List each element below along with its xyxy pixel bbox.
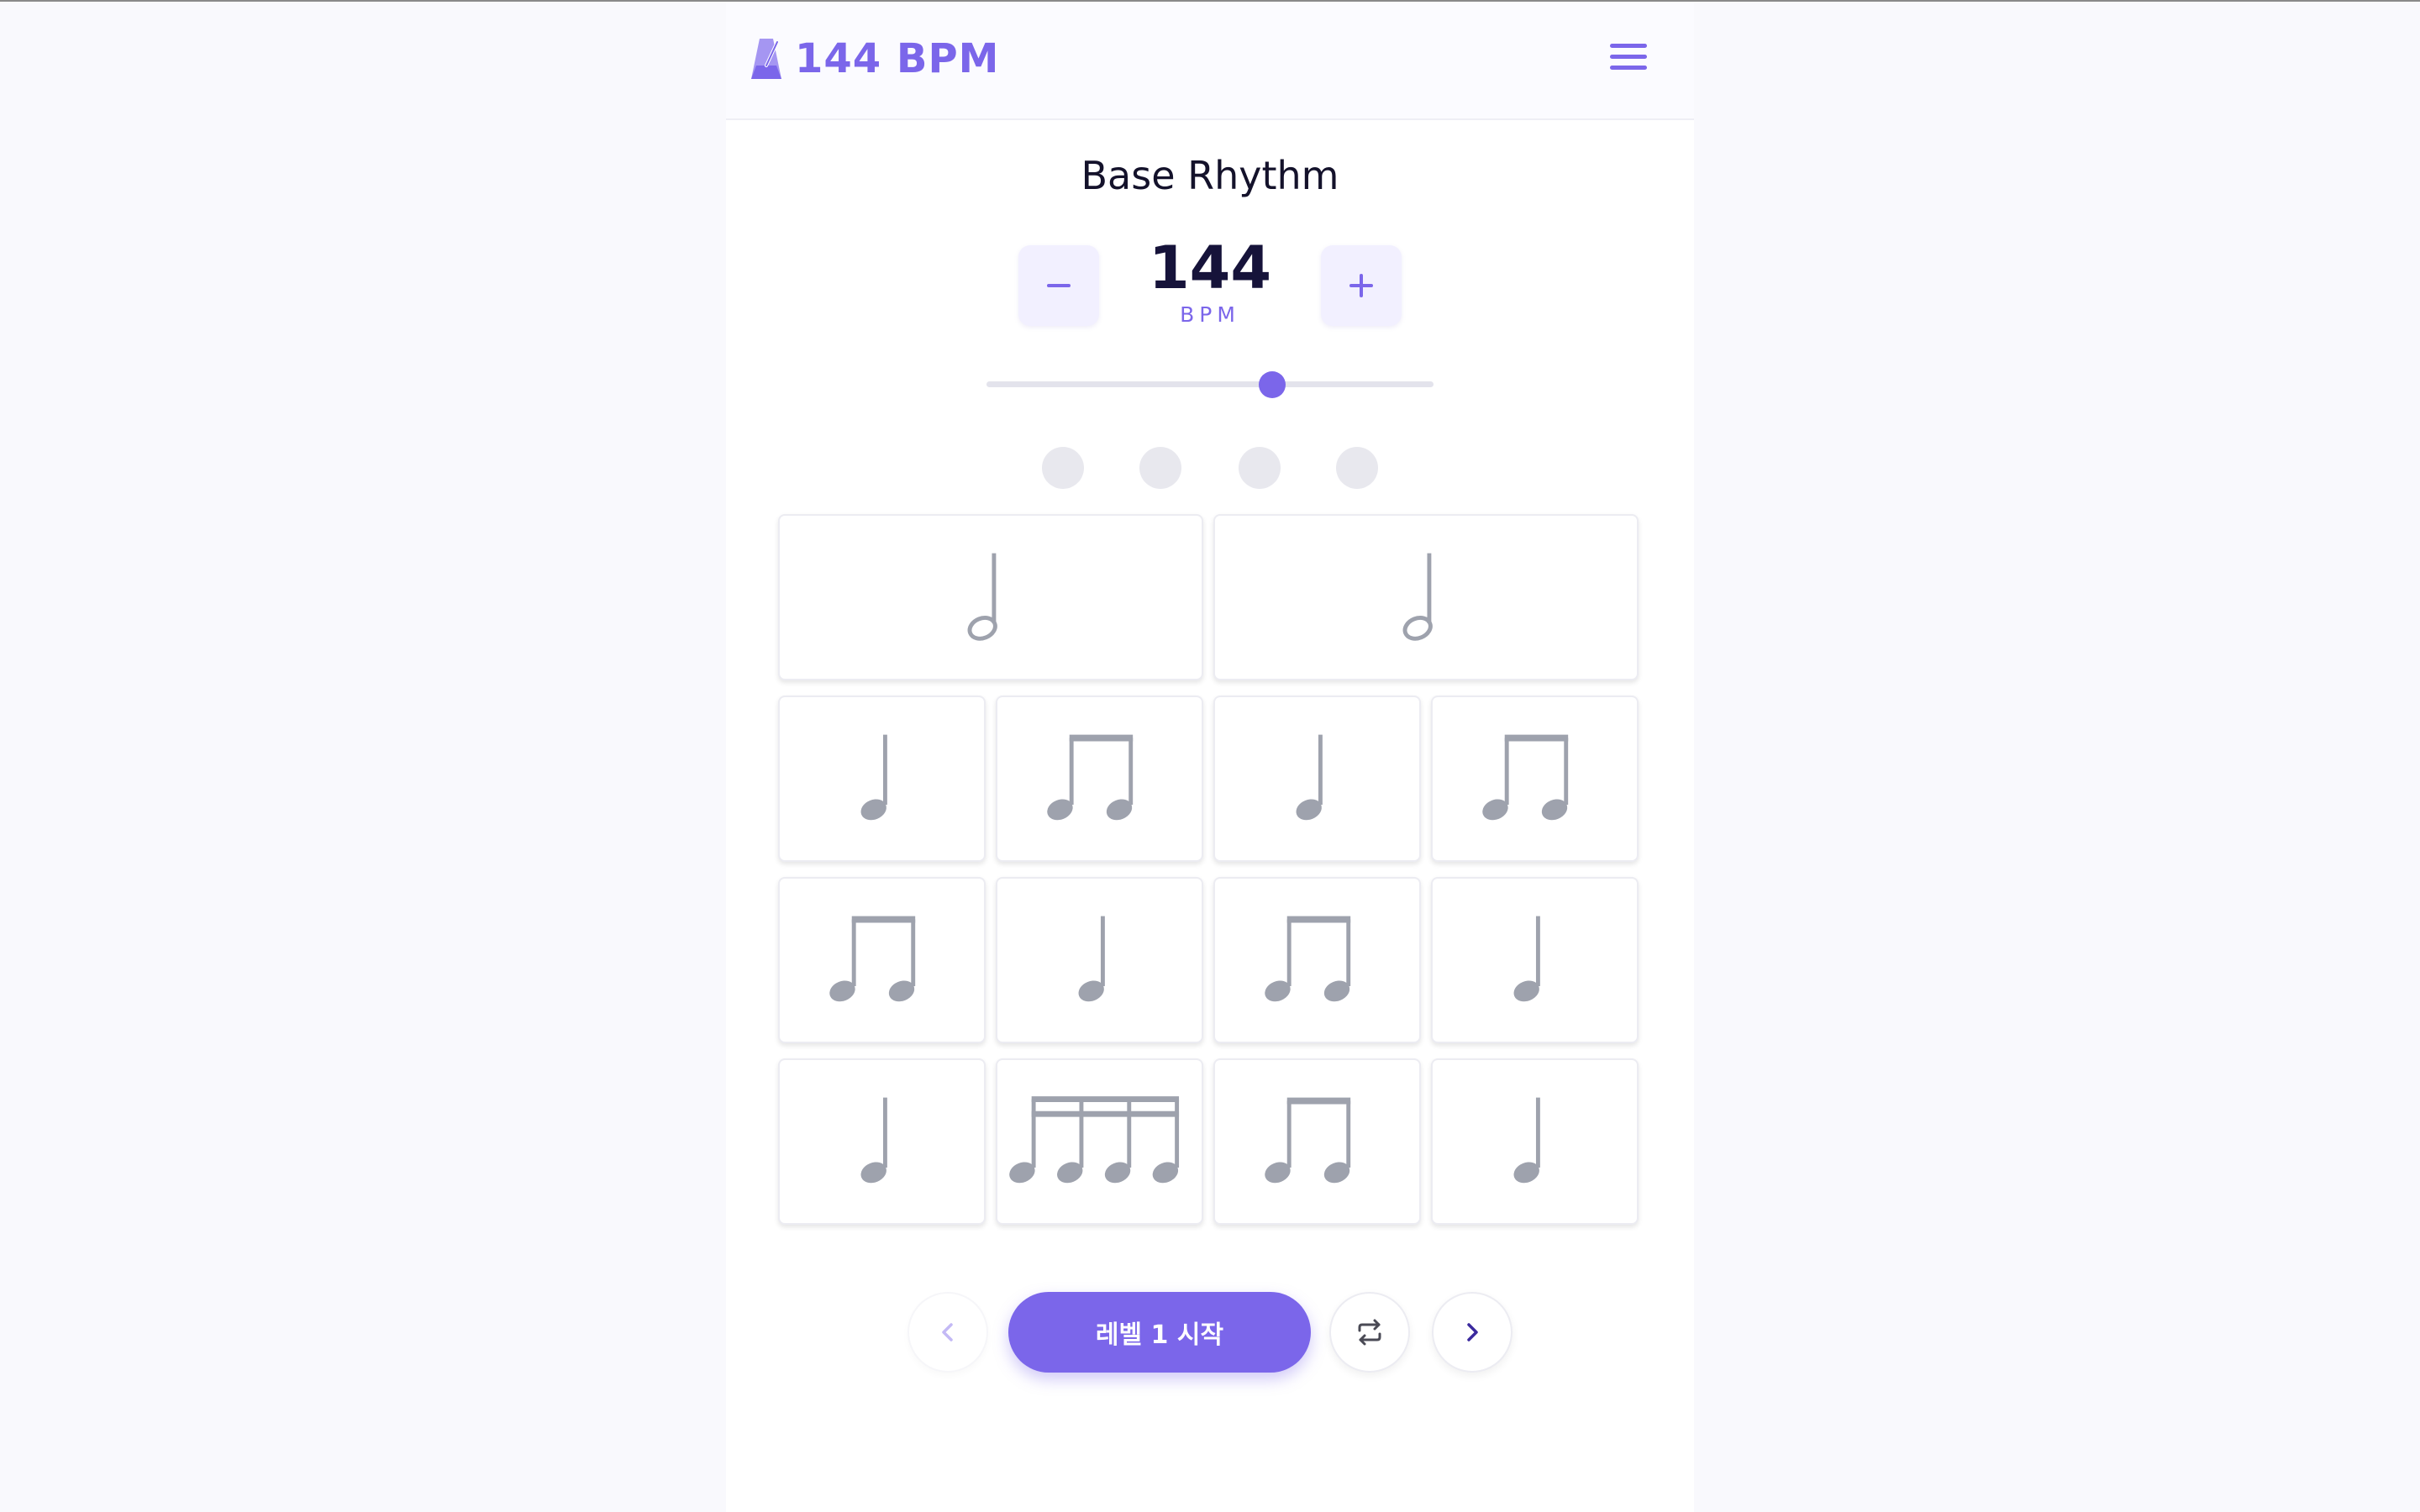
sixteenth-quad-note-icon	[1009, 1096, 1180, 1184]
chevron-left-icon	[942, 1323, 953, 1341]
rhythm-cell-quarter[interactable]	[1213, 696, 1421, 862]
eighth-pair-note-icon	[1047, 734, 1134, 821]
rhythm-cell-quarter[interactable]	[778, 1058, 986, 1225]
rhythm-cell-sixteenth-quad[interactable]	[996, 1058, 1203, 1225]
rhythm-cell-quarter[interactable]	[1431, 877, 1639, 1043]
quarter-note-icon	[860, 1097, 887, 1184]
header-bpm-title: 144 BPM	[795, 35, 1000, 82]
beat-indicator-4	[1336, 447, 1378, 489]
rhythm-cell-half[interactable]	[778, 514, 1203, 680]
previous-level-button[interactable]	[908, 1292, 988, 1373]
decrease-bpm-button[interactable]	[1018, 245, 1099, 326]
quarter-note-icon	[1513, 916, 1540, 1002]
start-level-button[interactable]: 레벨 1 시작	[1008, 1292, 1311, 1373]
metronome-icon	[751, 39, 781, 79]
chevron-right-icon	[1467, 1323, 1478, 1341]
quarter-note-icon	[1513, 1097, 1540, 1184]
page-title: Base Rhythm	[1081, 153, 1339, 198]
quarter-note-icon	[1078, 916, 1105, 1002]
quarter-note-icon	[860, 734, 887, 821]
half-note-icon	[967, 553, 997, 641]
eighth-pair-note-icon	[1482, 734, 1569, 821]
hamburger-menu-icon[interactable]	[1610, 42, 1649, 72]
next-level-button[interactable]	[1432, 1292, 1512, 1373]
rhythm-cell-eighth-pair[interactable]	[1213, 877, 1421, 1043]
slider-thumb[interactable]	[1259, 371, 1286, 398]
bpm-value: 144	[1148, 234, 1272, 302]
metronome-app: 144 BPM Base Rhythm 144 BPM 레벨 1 시작	[726, 2, 1694, 1512]
rhythm-cell-half[interactable]	[1213, 514, 1639, 680]
tempo-slider[interactable]	[986, 363, 1434, 405]
beat-indicator-2	[1139, 447, 1181, 489]
minus-icon	[1047, 284, 1071, 287]
plus-icon	[1349, 274, 1373, 297]
app-header: 144 BPM	[726, 2, 1694, 120]
eighth-pair-note-icon	[829, 916, 916, 1002]
half-note-icon	[1402, 553, 1433, 641]
repeat-icon	[1358, 1319, 1381, 1346]
rhythm-cell-quarter[interactable]	[778, 696, 986, 862]
rhythm-cell-eighth-pair[interactable]	[996, 696, 1203, 862]
eighth-pair-note-icon	[1265, 1097, 1351, 1184]
beat-indicator-1	[1042, 447, 1084, 489]
beat-indicator-3	[1239, 447, 1281, 489]
quarter-note-icon	[1296, 734, 1323, 821]
slider-track	[986, 381, 1434, 387]
bpm-unit-label: BPM	[1180, 302, 1240, 327]
rhythm-cell-eighth-pair[interactable]	[1213, 1058, 1421, 1225]
rhythm-cell-quarter[interactable]	[996, 877, 1203, 1043]
eighth-pair-note-icon	[1265, 916, 1351, 1002]
increase-bpm-button[interactable]	[1321, 245, 1402, 326]
rhythm-cell-quarter[interactable]	[1431, 1058, 1639, 1225]
repeat-button[interactable]	[1329, 1292, 1410, 1373]
rhythm-cell-eighth-pair[interactable]	[1431, 696, 1639, 862]
rhythm-cell-eighth-pair[interactable]	[778, 877, 986, 1043]
